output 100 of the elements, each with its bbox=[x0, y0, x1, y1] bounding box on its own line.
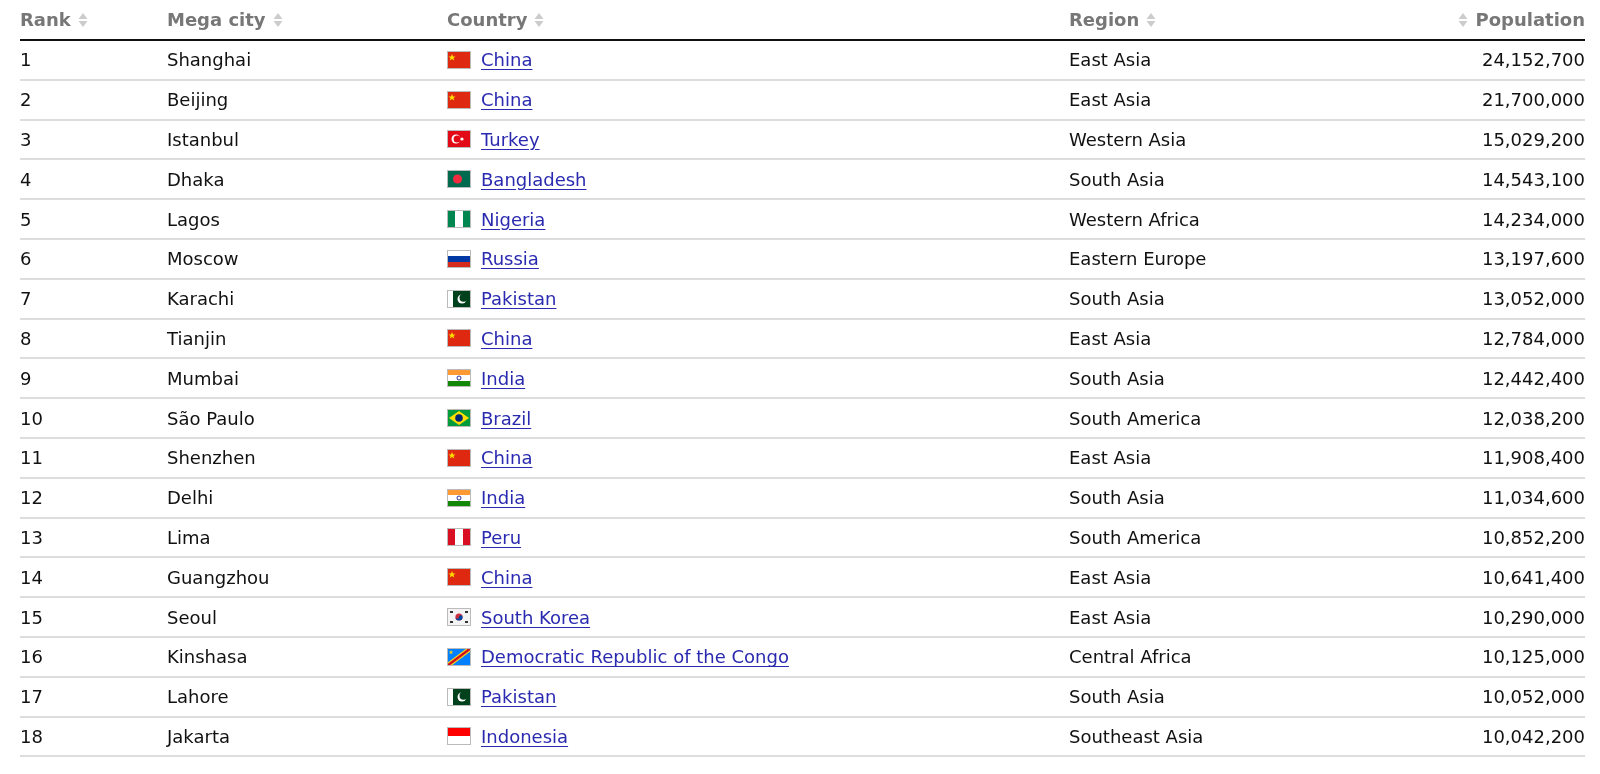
population-cell: 15,029,200 bbox=[1481, 129, 1585, 150]
flag-icon bbox=[447, 369, 471, 388]
country-link[interactable]: Brazil bbox=[481, 407, 532, 429]
city-cell: Jakarta bbox=[167, 725, 230, 747]
country-link[interactable]: Pakistan bbox=[481, 686, 557, 708]
rank-cell: 11 bbox=[20, 447, 43, 469]
country-link[interactable]: Democratic Republic of the Congo bbox=[481, 646, 789, 668]
flag-icon bbox=[447, 687, 471, 706]
region-cell: South Asia bbox=[1069, 487, 1165, 509]
country-link[interactable]: India bbox=[481, 367, 526, 389]
population-cell: 10,042,200 bbox=[1481, 725, 1585, 747]
city-cell: Lagos bbox=[167, 208, 220, 230]
column-header[interactable]: Rank bbox=[20, 9, 71, 30]
region-cell: East Asia bbox=[1069, 49, 1152, 71]
population-cell: 10,290,000 bbox=[1481, 606, 1585, 628]
region-cell: East Asia bbox=[1069, 447, 1152, 469]
flag-icon bbox=[447, 210, 471, 229]
flag-icon bbox=[447, 647, 471, 666]
region-cell: South Asia bbox=[1069, 367, 1165, 389]
sort-icon[interactable] bbox=[272, 11, 283, 28]
flag-icon bbox=[447, 727, 471, 746]
city-cell: Lahore bbox=[167, 686, 229, 708]
column-header[interactable]: Region bbox=[1069, 9, 1140, 30]
country-link[interactable]: Nigeria bbox=[481, 208, 546, 230]
population-cell: 11,908,400 bbox=[1481, 447, 1585, 469]
population-cell: 12,442,400 bbox=[1481, 367, 1585, 389]
column-header[interactable]: Population bbox=[1475, 9, 1585, 30]
rank-cell: 13 bbox=[20, 526, 43, 548]
rank-cell: 6 bbox=[20, 248, 32, 270]
city-cell: Tianjin bbox=[167, 327, 227, 349]
population-cell: 10,052,000 bbox=[1481, 686, 1585, 708]
city-cell: Dhaka bbox=[167, 168, 225, 190]
column-header[interactable]: Country bbox=[447, 9, 528, 30]
population-cell: 10,125,000 bbox=[1481, 646, 1585, 668]
country-link[interactable]: South Korea bbox=[481, 606, 591, 628]
sort-icon[interactable] bbox=[77, 11, 88, 28]
region-cell: South Asia bbox=[1069, 168, 1165, 190]
region-cell: South Asia bbox=[1069, 686, 1165, 708]
region-cell: East Asia bbox=[1069, 566, 1152, 588]
sort-icon[interactable] bbox=[534, 11, 545, 28]
rank-cell: 7 bbox=[20, 288, 32, 310]
flag-icon bbox=[447, 608, 471, 627]
country-link[interactable]: China bbox=[481, 327, 533, 349]
country-link[interactable]: Indonesia bbox=[481, 725, 569, 747]
city-cell: Moscow bbox=[167, 248, 239, 270]
population-cell: 21,700,000 bbox=[1481, 89, 1585, 111]
region-cell: Central Africa bbox=[1069, 646, 1192, 668]
population-cell: 11,034,600 bbox=[1481, 487, 1585, 509]
country-link[interactable]: China bbox=[481, 447, 533, 469]
population-cell: 13,197,600 bbox=[1481, 248, 1585, 270]
city-cell: Istanbul bbox=[167, 129, 240, 150]
flag-icon bbox=[447, 170, 471, 189]
country-link[interactable]: China bbox=[481, 89, 533, 111]
flag-icon bbox=[447, 90, 471, 109]
population-cell: 24,152,700 bbox=[1481, 49, 1585, 71]
flag-icon bbox=[447, 568, 471, 587]
country-link[interactable]: Russia bbox=[481, 248, 539, 270]
city-cell: Karachi bbox=[167, 288, 235, 310]
rank-cell: 2 bbox=[20, 89, 32, 111]
country-link[interactable]: India bbox=[481, 487, 526, 509]
population-cell: 13,052,000 bbox=[1481, 288, 1585, 310]
region-cell: East Asia bbox=[1069, 327, 1152, 349]
population-cell: 14,234,000 bbox=[1481, 208, 1585, 230]
city-cell: Guangzhou bbox=[167, 566, 270, 588]
flag-icon bbox=[447, 409, 471, 428]
population-cell: 12,038,200 bbox=[1481, 407, 1585, 429]
flag-icon bbox=[447, 249, 471, 268]
country-link[interactable]: Peru bbox=[481, 526, 522, 548]
rank-cell: 8 bbox=[20, 327, 32, 349]
region-cell: South America bbox=[1069, 526, 1202, 548]
country-link[interactable]: Turkey bbox=[481, 129, 540, 150]
city-cell: Mumbai bbox=[167, 367, 239, 389]
city-cell: Beijing bbox=[167, 89, 229, 111]
flag-icon bbox=[447, 50, 471, 69]
country-link[interactable]: Bangladesh bbox=[481, 168, 587, 190]
flag-icon bbox=[447, 488, 471, 507]
city-cell: São Paulo bbox=[167, 407, 255, 429]
population-cell: 10,641,400 bbox=[1481, 566, 1585, 588]
city-cell: Shanghai bbox=[167, 49, 252, 71]
column-header[interactable]: Mega city bbox=[167, 9, 266, 30]
country-link[interactable]: China bbox=[481, 49, 533, 71]
rank-cell: 16 bbox=[20, 646, 43, 668]
country-link[interactable]: Pakistan bbox=[481, 288, 557, 310]
flag-icon bbox=[447, 448, 471, 467]
rank-cell: 4 bbox=[20, 168, 32, 190]
flag-icon bbox=[447, 528, 471, 547]
region-cell: Western Africa bbox=[1069, 208, 1200, 230]
rank-cell: 17 bbox=[20, 686, 43, 708]
region-cell: Southeast Asia bbox=[1069, 725, 1204, 747]
city-cell: Shenzhen bbox=[167, 447, 256, 469]
population-cell: 10,852,200 bbox=[1481, 526, 1585, 548]
country-link[interactable]: China bbox=[481, 566, 533, 588]
sort-icon[interactable] bbox=[1146, 11, 1157, 28]
city-cell: Seoul bbox=[167, 606, 217, 628]
sort-icon[interactable] bbox=[1458, 11, 1469, 28]
rank-cell: 5 bbox=[20, 208, 32, 230]
rank-cell: 12 bbox=[20, 487, 43, 509]
region-cell: South America bbox=[1069, 407, 1202, 429]
rank-cell: 18 bbox=[20, 725, 43, 747]
region-cell: East Asia bbox=[1069, 606, 1152, 628]
